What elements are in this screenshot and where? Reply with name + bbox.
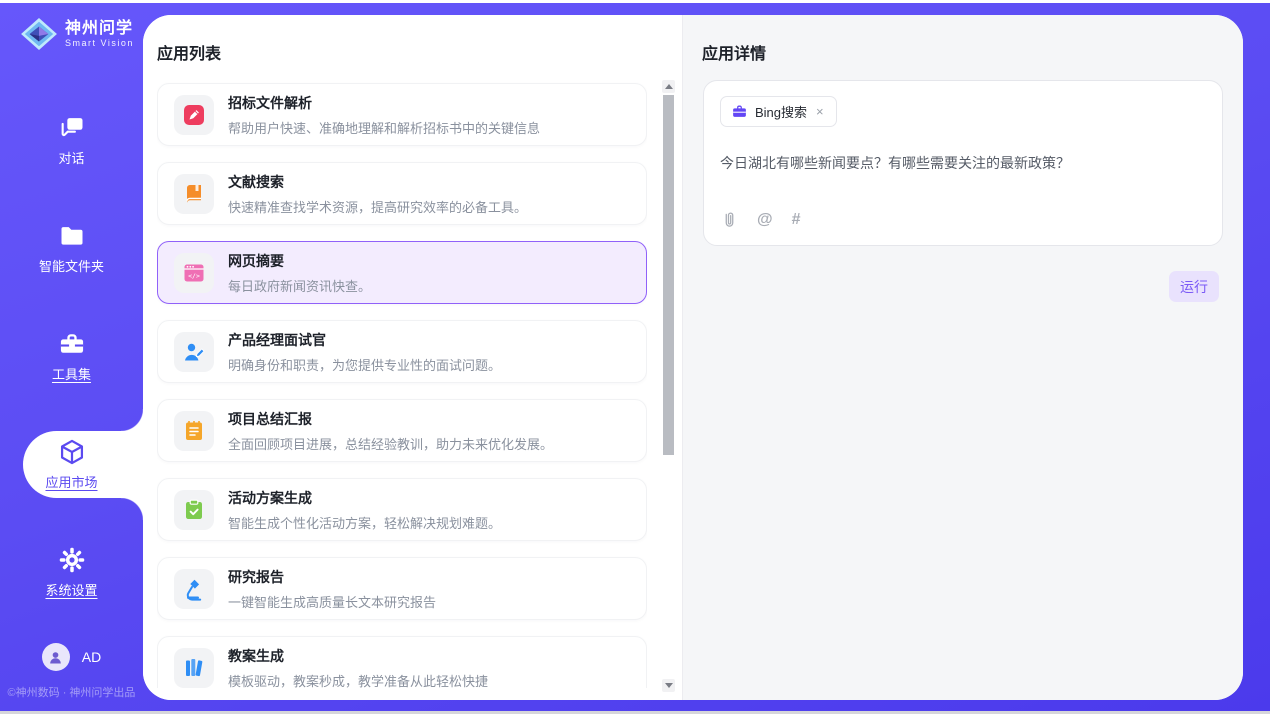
gear-icon	[58, 546, 86, 574]
copyright-footer: ©神州数码 · 神州问学出品	[0, 684, 143, 700]
briefcase-icon	[731, 103, 748, 120]
app-card[interactable]: 教案生成 模板驱动，教案秒成，教学准备从此轻松快捷	[157, 636, 647, 688]
app-card[interactable]: 研究报告 一键智能生成高质量长文本研究报告	[157, 557, 647, 620]
app-title: 活动方案生成	[228, 488, 501, 508]
app-card[interactable]: 活动方案生成 智能生成个性化活动方案，轻松解决规划难题。	[157, 478, 647, 541]
browser-icon: </>	[174, 253, 214, 293]
app-description: 明确身份和职责，为您提供专业性的面试问题。	[228, 355, 501, 374]
report-icon	[174, 569, 214, 609]
nav-label: 智能文件夹	[39, 256, 104, 275]
sidebar-item-cube[interactable]: 应用市场	[0, 431, 143, 498]
app-description: 全面回顾项目进展，总结经验教训，助力未来优化发展。	[228, 434, 553, 453]
app-detail-panel: 应用详情 Bing搜索 × 今日湖北有哪些新闻要点？有哪些需要关注的最新政策？	[682, 15, 1243, 700]
query-text[interactable]: 今日湖北有哪些新闻要点？有哪些需要关注的最新政策？	[720, 153, 1206, 173]
brand-name: 神州问学	[65, 20, 134, 38]
app-card[interactable]: </> 网页摘要 每日政府新闻资讯快查。	[157, 241, 647, 304]
brand-subtitle: Smart Vision	[65, 38, 134, 48]
nav-label: 对话	[58, 148, 84, 167]
app-title: 产品经理面试官	[228, 330, 501, 350]
prompt-card: Bing搜索 × 今日湖北有哪些新闻要点？有哪些需要关注的最新政策？ @ #	[703, 80, 1223, 246]
book-icon	[174, 174, 214, 214]
app-title: 网页摘要	[228, 251, 371, 271]
sidebar-item-chat[interactable]: 对话	[0, 107, 143, 174]
content-area: 应用列表 招标文件解析 帮助用户快速、准确地理解和解析招标书中的关键信息 文献搜…	[143, 15, 1243, 700]
hash-icon[interactable]: #	[792, 211, 801, 229]
app-description: 模板驱动，教案秒成，教学准备从此轻松快捷	[228, 671, 488, 689]
sidebar-item-toolbox[interactable]: 工具集	[0, 323, 143, 390]
cube-icon	[58, 438, 86, 466]
app-card[interactable]: 文献搜索 快速精准查找学术资源，提高研究效率的必备工具。	[157, 162, 647, 225]
triangle-up-icon	[665, 84, 673, 89]
app-card[interactable]: 招标文件解析 帮助用户快速、准确地理解和解析招标书中的关键信息	[157, 83, 647, 146]
app-description: 每日政府新闻资讯快查。	[228, 276, 371, 295]
app-card[interactable]: 项目总结汇报 全面回顾项目进展，总结经验教训，助力未来优化发展。	[157, 399, 647, 462]
avatar[interactable]	[42, 643, 70, 671]
chat-icon	[58, 114, 86, 142]
paperclip-icon[interactable]	[721, 210, 738, 229]
interview-icon	[174, 332, 214, 372]
app-list: 招标文件解析 帮助用户快速、准确地理解和解析招标书中的关键信息 文献搜索 快速精…	[157, 76, 647, 688]
nav-label: 系统设置	[45, 580, 97, 599]
folder-icon	[58, 222, 86, 250]
at-icon[interactable]: @	[757, 211, 773, 229]
close-icon[interactable]: ×	[814, 103, 826, 120]
user-row[interactable]: AD	[0, 643, 143, 671]
scroll-up-button[interactable]	[662, 80, 675, 93]
brand-text: 神州问学 Smart Vision	[65, 20, 134, 48]
app-description: 帮助用户快速、准确地理解和解析招标书中的关键信息	[228, 118, 540, 137]
triangle-down-icon	[665, 683, 673, 688]
sidebar-nav: 对话 智能文件夹 工具集 应用市场 系统设置	[0, 107, 143, 606]
tool-tag-bing[interactable]: Bing搜索 ×	[720, 96, 837, 127]
pen-icon	[174, 95, 214, 135]
app-list-panel: 应用列表 招标文件解析 帮助用户快速、准确地理解和解析招标书中的关键信息 文献搜…	[143, 15, 682, 700]
scrollbar-thumb[interactable]	[663, 95, 674, 455]
toolbox-icon	[58, 330, 86, 358]
app-title: 研究报告	[228, 567, 436, 587]
app-window: 神州问学 Smart Vision 对话 智能文件夹 工具集 应用市场 系统设置	[0, 0, 1270, 714]
sidebar: 神州问学 Smart Vision 对话 智能文件夹 工具集 应用市场 系统设置	[0, 3, 143, 711]
svg-text:</>: </>	[188, 271, 200, 279]
nav-label: 应用市场	[45, 472, 97, 491]
gem-logo-icon	[20, 17, 58, 51]
nav-label: 工具集	[52, 364, 91, 383]
books-icon	[174, 648, 214, 688]
sidebar-item-folder[interactable]: 智能文件夹	[0, 215, 143, 282]
app-card[interactable]: 产品经理面试官 明确身份和职责，为您提供专业性的面试问题。	[157, 320, 647, 383]
brand-logo: 神州问学 Smart Vision	[0, 3, 143, 51]
app-title: 教案生成	[228, 646, 488, 666]
app-detail-title: 应用详情	[702, 40, 766, 64]
app-description: 智能生成个性化活动方案，轻松解决规划难题。	[228, 513, 501, 532]
app-list-title: 应用列表	[157, 40, 221, 64]
clipboard-icon	[174, 490, 214, 530]
sidebar-item-gear[interactable]: 系统设置	[0, 539, 143, 606]
app-title: 文献搜索	[228, 172, 527, 192]
tool-tag-label: Bing搜索	[755, 102, 807, 121]
person-icon	[47, 649, 64, 666]
scrollbar[interactable]	[662, 80, 675, 692]
app-title: 项目总结汇报	[228, 409, 553, 429]
run-button[interactable]: 运行	[1169, 271, 1219, 302]
notepad-icon	[174, 411, 214, 451]
user-initials: AD	[82, 649, 101, 665]
app-description: 快速精准查找学术资源，提高研究效率的必备工具。	[228, 197, 527, 216]
app-description: 一键智能生成高质量长文本研究报告	[228, 592, 436, 611]
app-title: 招标文件解析	[228, 93, 540, 113]
scroll-down-button[interactable]	[662, 679, 675, 692]
attach-toolbar: @ #	[721, 210, 801, 229]
